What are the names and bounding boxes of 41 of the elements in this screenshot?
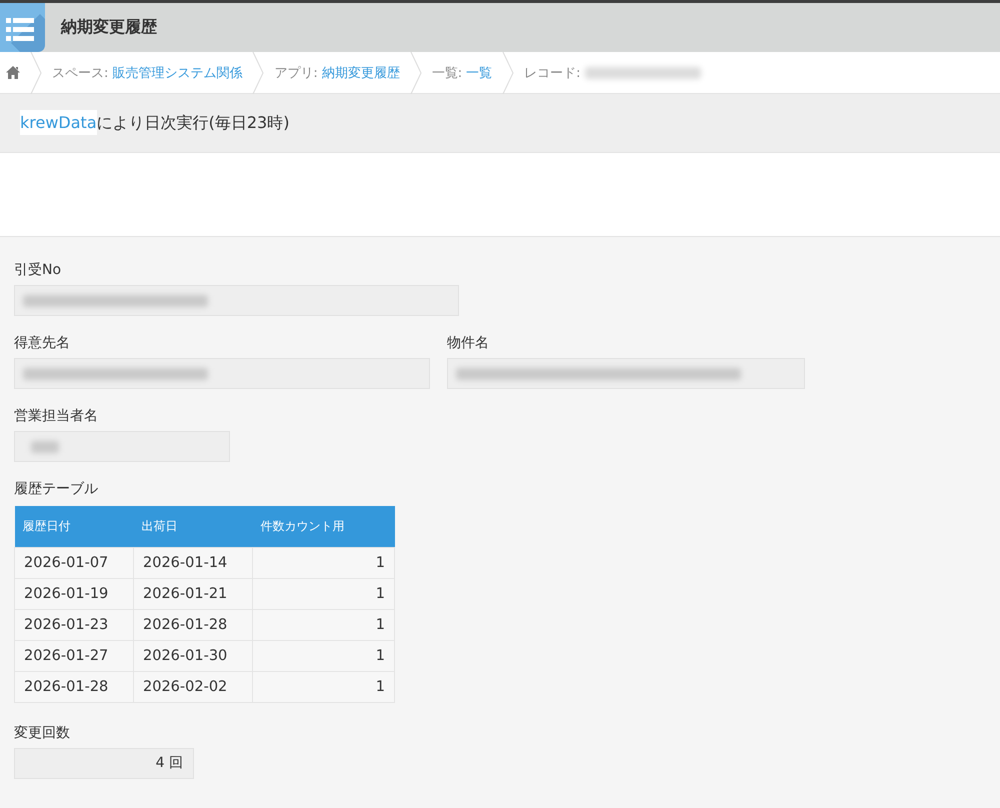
table-cell: 1 — [252, 640, 394, 671]
breadcrumb-label: 一覧: — [432, 64, 462, 82]
table-cell: 2026-01-19 — [14, 578, 134, 609]
field-label: 営業担当者名 — [14, 407, 98, 426]
input-field[interactable] — [14, 431, 230, 462]
table-cell: 2026-02-02 — [134, 671, 252, 702]
table-cell: 2026-01-28 — [14, 671, 134, 702]
input-field[interactable] — [14, 285, 459, 316]
field-label: 引受No — [14, 261, 62, 280]
table-cell: 2026-01-07 — [14, 547, 134, 578]
column-header: 履歴日付 — [14, 506, 134, 547]
column-header: 件数カウント用 — [252, 506, 394, 547]
input-field[interactable]: 4 回 — [14, 748, 194, 778]
breadcrumb-label: スペース: — [52, 64, 108, 82]
breadcrumb-link[interactable]: 納期変更履歴 — [322, 64, 400, 82]
field-label: 物件名 — [447, 334, 489, 353]
column-header: 出荷日 — [134, 506, 252, 547]
breadcrumb-label: レコード: — [524, 64, 581, 82]
krewdata-link[interactable]: krewData — [20, 110, 97, 134]
notice-text: krewDataにより日次実行(毎日23時) — [20, 112, 290, 134]
table-cell: 1 — [252, 578, 394, 609]
table-cell: 2026-01-21 — [134, 578, 252, 609]
table-cell: 2026-01-30 — [134, 640, 252, 671]
breadcrumb-label: アプリ: — [274, 64, 318, 82]
field-label: 変更回数 — [14, 724, 70, 742]
table-cell: 2026-01-27 — [14, 640, 134, 671]
table-cell: 1 — [252, 609, 394, 640]
table-cell: 2026-01-28 — [134, 609, 252, 640]
app-title: 納期変更履歴 — [61, 17, 157, 38]
table-cell: 2026-01-23 — [14, 609, 134, 640]
table-cell: 1 — [252, 547, 394, 578]
input-field[interactable] — [447, 358, 805, 389]
breadcrumb-link[interactable]: 一覧 — [466, 64, 492, 82]
home-icon[interactable] — [6, 66, 20, 79]
list-icon[interactable] — [0, 3, 45, 52]
input-field[interactable] — [14, 358, 430, 389]
table-cell: 1 — [252, 671, 394, 702]
breadcrumb-link[interactable]: 販売管理システム関係 — [112, 64, 242, 82]
table-label: 履歴テーブル — [14, 480, 98, 499]
field-label: 得意先名 — [14, 334, 70, 353]
table-cell: 2026-01-14 — [134, 547, 252, 578]
